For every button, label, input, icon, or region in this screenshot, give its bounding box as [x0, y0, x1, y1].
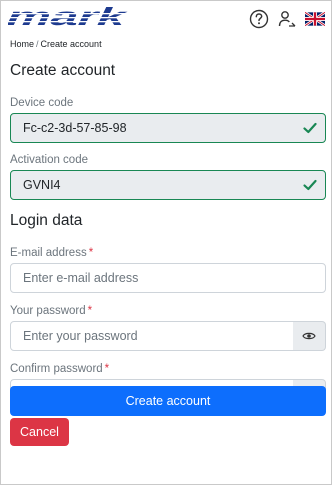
required-marker: * — [88, 247, 94, 259]
help-icon[interactable] — [248, 8, 270, 30]
logo-graphic: mark — [5, 3, 128, 31]
email-input[interactable] — [10, 263, 326, 293]
login-data-title: Login data — [10, 212, 83, 229]
valid-check-icon — [303, 122, 317, 134]
breadcrumb-current: Create account — [40, 39, 102, 49]
required-marker: * — [87, 305, 93, 317]
device-code-input[interactable] — [10, 113, 326, 143]
breadcrumb-home[interactable]: Home — [10, 39, 34, 49]
activation-code-input[interactable] — [10, 170, 326, 200]
activation-code-label: Activation code — [10, 154, 88, 166]
user-icon[interactable] — [276, 8, 298, 30]
email-label-text: E-mail address — [10, 247, 87, 259]
valid-check-icon — [303, 179, 317, 191]
create-account-button[interactable]: Create account — [10, 386, 326, 416]
create-account-title: Create account — [10, 62, 116, 79]
uk-flag-icon[interactable] — [304, 8, 326, 30]
breadcrumb: Home / Create account — [10, 39, 102, 49]
password-label-text: Your password — [10, 305, 86, 317]
password-group — [10, 321, 326, 351]
confirm-label-text: Confirm password — [10, 363, 103, 375]
email-label: E-mail address * — [10, 247, 93, 259]
eye-icon — [302, 332, 316, 340]
password-input[interactable] — [10, 321, 294, 351]
show-password-button[interactable] — [293, 321, 326, 351]
cancel-button[interactable]: Cancel — [10, 418, 69, 446]
header-icons — [248, 8, 326, 30]
password-label: Your password * — [10, 305, 92, 317]
device-code-label: Device code — [10, 97, 74, 109]
confirm-password-label: Confirm password * — [10, 363, 109, 375]
required-marker: * — [104, 363, 110, 375]
breadcrumb-separator: / — [36, 39, 39, 49]
brand-logo[interactable]: mark — [5, 3, 128, 34]
header: mark — [0, 0, 332, 38]
